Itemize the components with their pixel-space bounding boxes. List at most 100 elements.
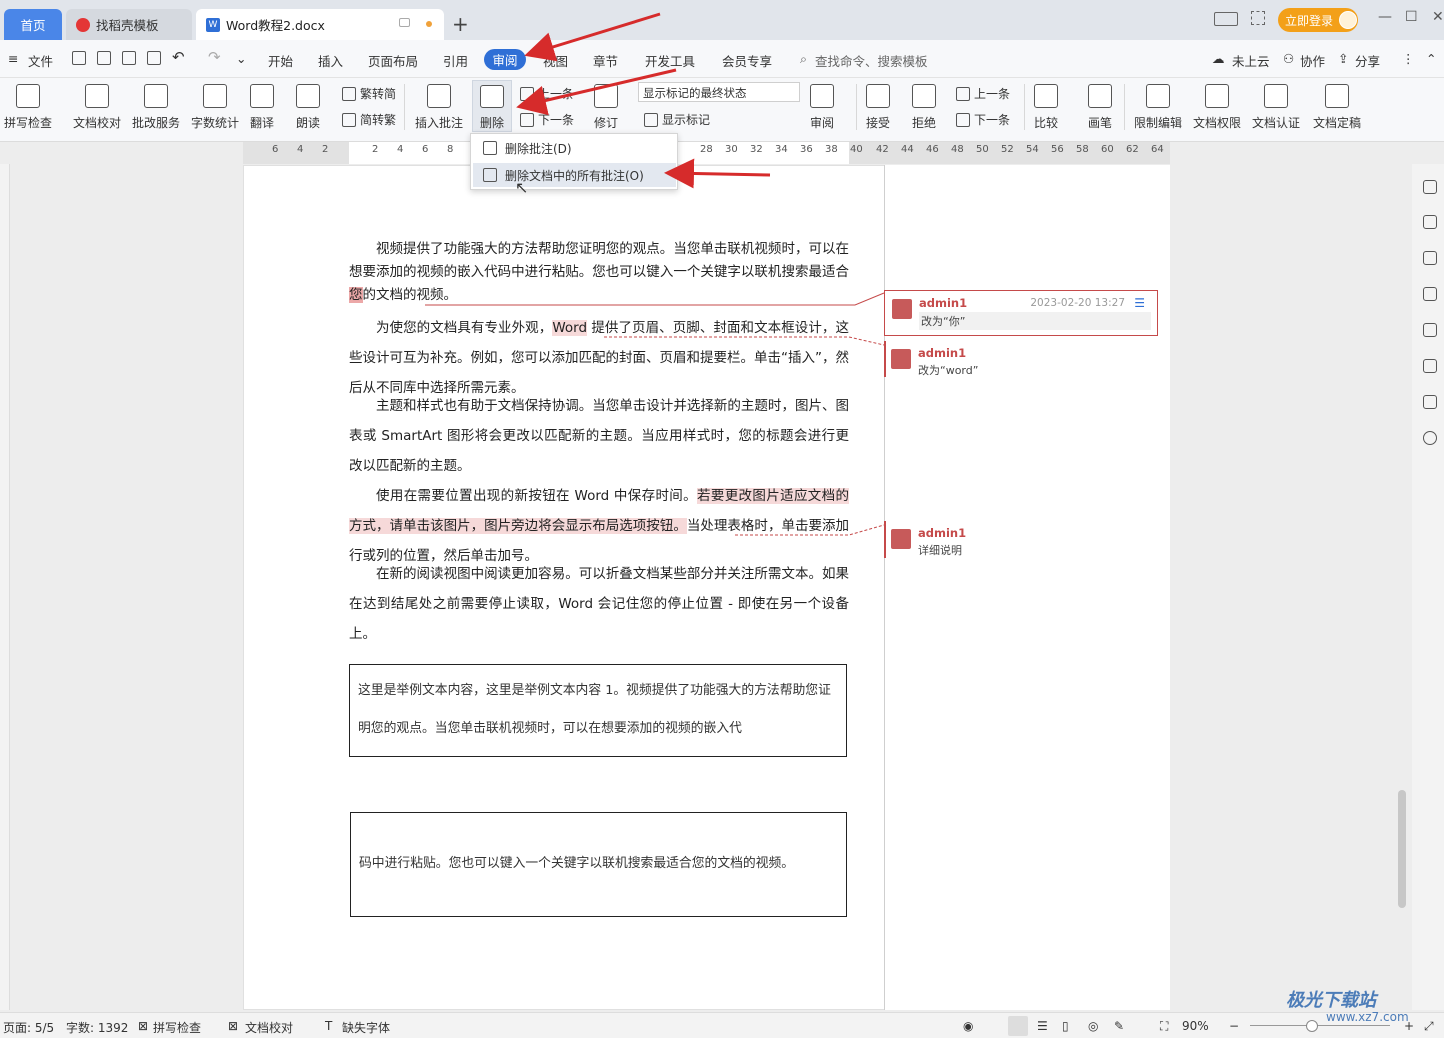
menu-chapter[interactable]: 章节: [593, 51, 618, 70]
spell-check-status[interactable]: 拼写检查: [153, 1019, 201, 1036]
doc-auth-button[interactable]: 文档认证: [1252, 84, 1300, 131]
comment-text[interactable]: 改为“word”: [918, 362, 1152, 378]
collab-button[interactable]: 协作: [1300, 51, 1325, 70]
word-count-status[interactable]: 字数: 1392: [66, 1019, 128, 1036]
show-markup-button[interactable]: 显示标记: [644, 111, 710, 128]
delete-comment-item[interactable]: 删除批注(D): [473, 136, 676, 160]
print-preview-icon[interactable]: [147, 51, 161, 65]
paragraph-5[interactable]: 在新的阅读视图中阅读更加容易。可以折叠文档某些部分并关注所需文本。如果在达到结尾…: [349, 559, 849, 649]
apps-grid-icon[interactable]: [1251, 11, 1265, 25]
translate-button[interactable]: 翻译: [250, 84, 274, 131]
location-icon[interactable]: [1423, 359, 1437, 373]
prev-change-button[interactable]: 上一条: [956, 85, 1010, 102]
text-box-1[interactable]: 这里是举例文本内容，这里是举例文本内容 1。视频提供了功能强大的方法帮助您证明您…: [349, 664, 847, 757]
adjust-settings-icon[interactable]: [1423, 287, 1437, 301]
prev-comment-button[interactable]: 上一条: [520, 85, 574, 102]
finalize-button[interactable]: 文档定稿: [1313, 84, 1361, 131]
commented-text-1[interactable]: 您: [349, 287, 363, 303]
zoom-out-icon[interactable]: −: [1229, 1019, 1239, 1033]
comment-text[interactable]: 改为“你”: [919, 312, 1151, 330]
doc-permission-button[interactable]: 文档权限: [1193, 84, 1241, 131]
tab-home[interactable]: 首页: [4, 9, 62, 40]
print-icon[interactable]: [122, 51, 136, 65]
eye-protect-icon[interactable]: ◉: [963, 1019, 973, 1033]
word-count-button[interactable]: 字数统计: [191, 84, 239, 131]
review-pane-button[interactable]: 审阅: [810, 84, 834, 131]
zoom-slider-thumb[interactable]: [1306, 1020, 1318, 1032]
next-change-button[interactable]: 下一条: [956, 111, 1010, 128]
pen-button[interactable]: 画笔: [1088, 84, 1112, 131]
tab-templates[interactable]: 找稻壳模板: [66, 9, 192, 40]
fullscreen-icon[interactable]: ⤢: [1424, 1019, 1434, 1034]
delete-all-comments-item[interactable]: 删除文档中的所有批注(O): [473, 163, 676, 187]
scrollbar-thumb[interactable]: [1398, 790, 1406, 908]
menu-start[interactable]: 开始: [268, 51, 293, 70]
comment-text[interactable]: 详细说明: [918, 542, 1152, 558]
fit-page-icon[interactable]: ⛶: [1160, 1019, 1168, 1034]
new-tab-icon[interactable]: +: [452, 12, 469, 36]
simp-to-trad-button[interactable]: 简转繁: [342, 111, 396, 128]
menu-developer[interactable]: 开发工具: [645, 51, 695, 70]
read-aloud-button[interactable]: 朗读: [296, 84, 320, 131]
save-icon[interactable]: [72, 51, 86, 65]
menu-page-layout[interactable]: 页面布局: [368, 51, 418, 70]
export-icon[interactable]: [97, 51, 111, 65]
minimize-icon[interactable]: —: [1378, 9, 1392, 25]
pen-mode-icon[interactable]: ✎: [1114, 1019, 1124, 1033]
hamburger-icon[interactable]: ≡: [8, 51, 18, 66]
commented-text-2[interactable]: Word: [552, 320, 588, 336]
quick-access-dropdown-icon[interactable]: ⌄: [236, 51, 246, 66]
menu-file[interactable]: 文件: [28, 51, 53, 70]
undo-icon[interactable]: ↶: [172, 48, 185, 66]
trad-to-simp-button[interactable]: 繁转简: [342, 85, 396, 102]
zoom-slider[interactable]: [1250, 1025, 1390, 1026]
monitor-icon[interactable]: [399, 18, 410, 27]
book-icon[interactable]: [1423, 395, 1437, 409]
paragraph-1[interactable]: 视频提供了功能强大的方法帮助您证明您的观点。当您单击联机视频时，可以在想要添加的…: [349, 238, 849, 307]
image-tools-icon[interactable]: [1423, 323, 1437, 337]
rocket-icon[interactable]: [1423, 180, 1437, 194]
menu-reference[interactable]: 引用: [443, 51, 468, 70]
comment-menu-icon[interactable]: ☰: [1134, 296, 1145, 310]
command-search-input[interactable]: 查找命令、搜索模板: [815, 51, 928, 70]
zoom-level[interactable]: 90%: [1182, 1019, 1209, 1033]
menu-view[interactable]: 视图: [543, 51, 568, 70]
cloud-status[interactable]: 未上云: [1232, 51, 1270, 70]
text-box-2[interactable]: 码中进行粘贴。您也可以键入一个关键字以联机搜索最适合您的文档的视频。: [350, 812, 847, 917]
compare-button[interactable]: 比较: [1034, 84, 1058, 131]
restrict-edit-button[interactable]: 限制编辑: [1134, 84, 1182, 131]
menu-review[interactable]: 审阅: [484, 49, 526, 70]
layout-icon[interactable]: [1214, 12, 1238, 26]
reject-button[interactable]: 拒绝: [912, 84, 936, 131]
proofread-button[interactable]: 文档校对: [73, 84, 121, 131]
page-indicator[interactable]: 页面: 5/5: [3, 1019, 54, 1036]
comment-card-3[interactable]: admin1 详细说明: [884, 521, 1158, 558]
menu-member[interactable]: 会员专享: [722, 51, 772, 70]
horizontal-ruler[interactable]: 6 4 2 2 4 6 8 28 30 32 34 36 38 40 42 44 46 48 50 52 54 56 58 6…: [0, 142, 1444, 164]
share-button[interactable]: 分享: [1355, 51, 1380, 70]
cursor-select-icon[interactable]: [1423, 251, 1437, 265]
page-view-icon[interactable]: [1008, 1016, 1028, 1036]
next-comment-button[interactable]: 下一条: [520, 111, 574, 128]
comment-card-1[interactable]: admin1 2023-02-20 13:27 ☰ 改为“你”: [884, 290, 1158, 336]
batch-service-button[interactable]: 批改服务: [132, 84, 180, 131]
missing-font-status[interactable]: 缺失字体: [342, 1019, 390, 1036]
spell-check-button[interactable]: 拼写检查: [4, 84, 52, 131]
collapse-ribbon-icon[interactable]: ⌃: [1426, 51, 1436, 66]
vertical-ruler[interactable]: [0, 164, 10, 1010]
comment-card-2[interactable]: admin1 改为“word”: [884, 341, 1158, 377]
menu-insert[interactable]: 插入: [318, 51, 343, 70]
delete-comment-button[interactable]: 删除: [472, 80, 512, 132]
login-button[interactable]: 立即登录: [1278, 8, 1358, 32]
read-view-icon[interactable]: ▯: [1062, 1019, 1069, 1033]
tab-document[interactable]: W Word教程2.docx: [196, 9, 444, 40]
markup-display-select[interactable]: 显示标记的最终状态: [638, 82, 800, 102]
paragraph-4[interactable]: 使用在需要位置出现的新按钮在 Word 中保存时间。若要更改图片适应文档的方式，…: [349, 481, 850, 571]
outline-view-icon[interactable]: ☰: [1037, 1019, 1048, 1033]
close-icon[interactable]: ✕: [1432, 9, 1444, 25]
insert-comment-button[interactable]: 插入批注: [415, 84, 463, 131]
edit-pen-icon[interactable]: [1423, 215, 1437, 229]
proofread-status[interactable]: 文档校对: [245, 1019, 293, 1036]
search-icon[interactable]: ⌕: [800, 51, 807, 67]
more-icon[interactable]: ⋮: [1402, 51, 1415, 66]
